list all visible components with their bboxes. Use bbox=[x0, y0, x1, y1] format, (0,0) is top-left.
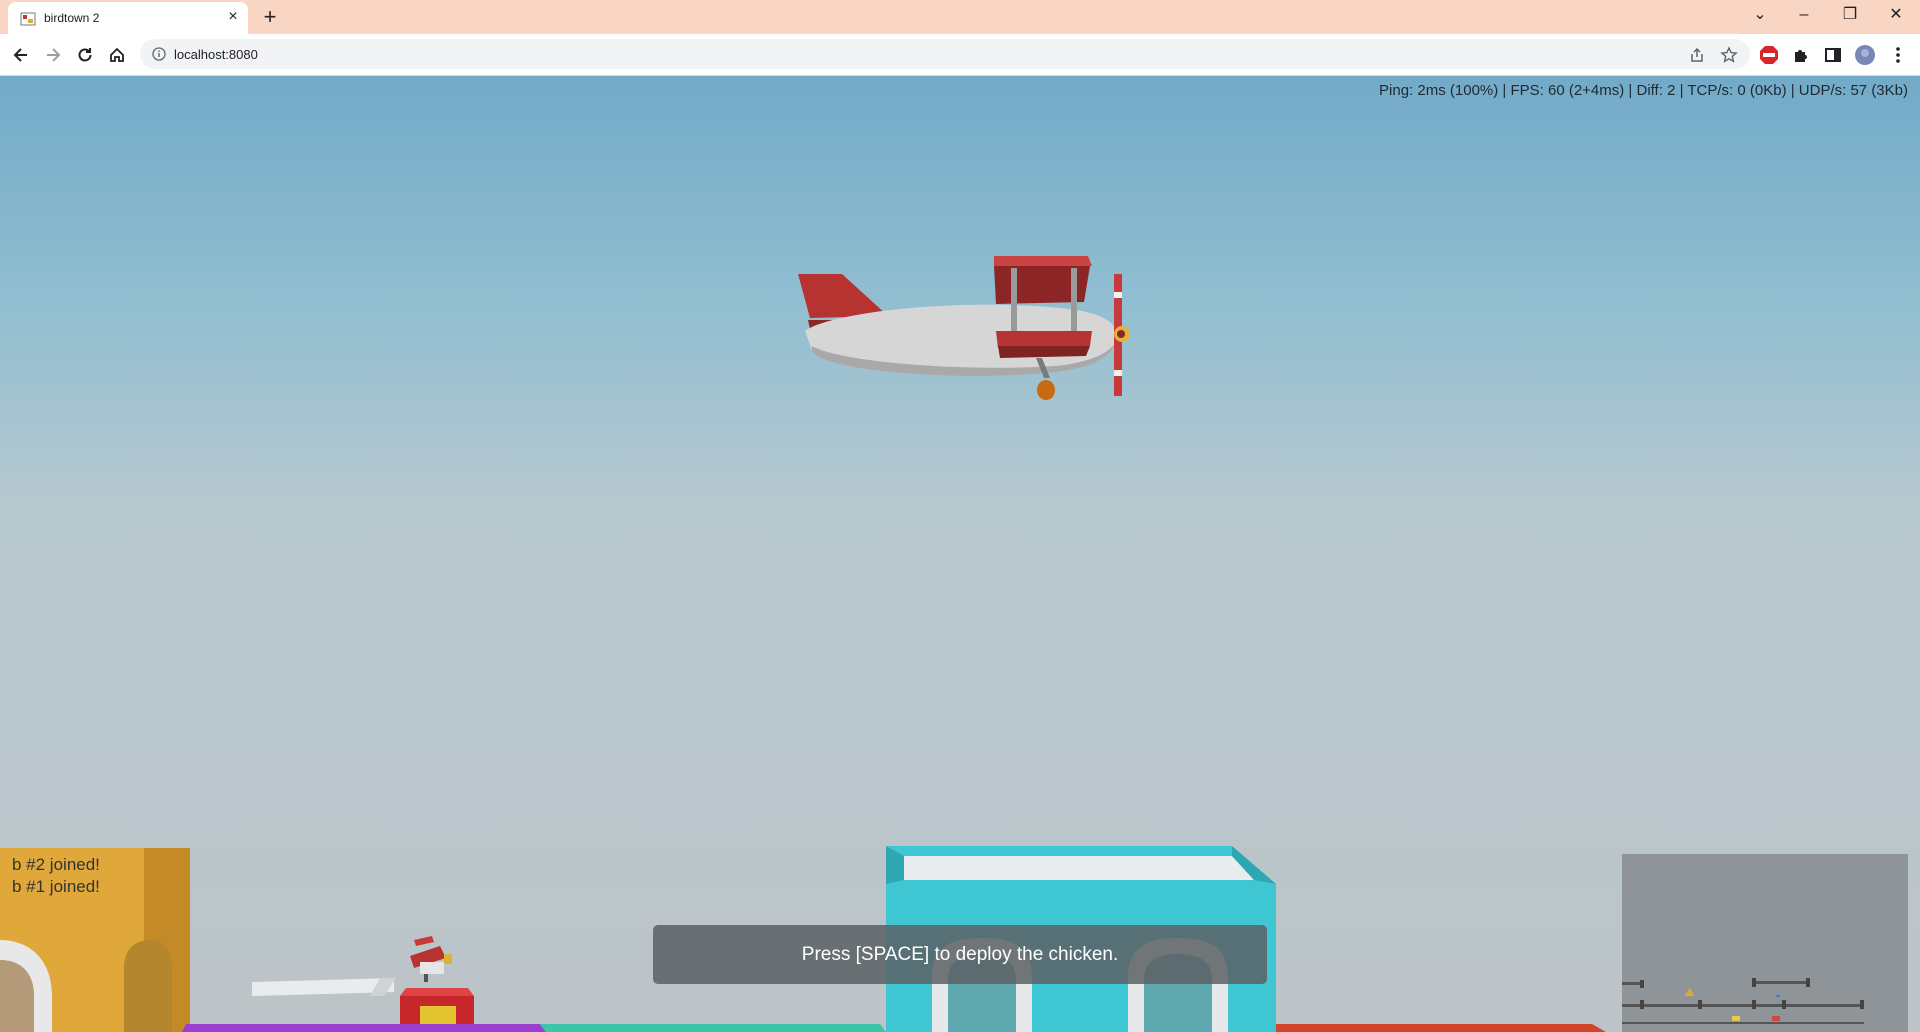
share-icon[interactable] bbox=[1688, 46, 1706, 64]
home-icon bbox=[110, 47, 124, 62]
browser-menu-button[interactable] bbox=[1888, 45, 1908, 65]
site-info-icon[interactable] bbox=[152, 47, 166, 61]
new-tab-button[interactable]: + bbox=[258, 5, 282, 29]
address-bar[interactable]: localhost:8080 bbox=[140, 39, 1750, 69]
side-panel-button[interactable] bbox=[1823, 45, 1843, 65]
network-stats: Ping: 2ms (100%) | FPS: 60 (2+4ms) | Dif… bbox=[1379, 82, 1908, 99]
back-button[interactable] bbox=[8, 42, 34, 68]
tab-search-dropdown-icon[interactable]: ⌄ bbox=[1740, 2, 1780, 28]
adblock-icon[interactable] bbox=[1759, 45, 1779, 65]
chat-message: b #2 joined! bbox=[12, 855, 100, 874]
adblock-stop-icon bbox=[1760, 46, 1778, 64]
close-window-button[interactable]: ✕ bbox=[1876, 2, 1916, 28]
tab-title: birdtown 2 bbox=[44, 11, 100, 25]
forward-button[interactable] bbox=[40, 42, 66, 68]
sidebar-icon bbox=[1825, 48, 1841, 62]
url-text[interactable]: localhost:8080 bbox=[174, 47, 258, 62]
chicken-sprite bbox=[410, 936, 452, 982]
favicon-icon bbox=[20, 12, 36, 26]
tab-strip: birdtown 2 × + ⌄ – ❐ ✕ bbox=[0, 0, 1920, 34]
browser-tab[interactable]: birdtown 2 × bbox=[8, 2, 248, 34]
game-canvas[interactable]: Ping: 2ms (100%) | FPS: 60 (2+4ms) | Dif… bbox=[0, 76, 1920, 1032]
reload-button[interactable] bbox=[72, 42, 98, 68]
minimap-layout bbox=[1622, 978, 1864, 1024]
reload-icon bbox=[78, 48, 92, 62]
avatar-icon bbox=[1855, 45, 1875, 65]
extensions-button[interactable] bbox=[1791, 45, 1811, 65]
deploy-prompt: Press [SPACE] to deploy the chicken. bbox=[653, 925, 1267, 984]
minimize-button[interactable]: – bbox=[1784, 2, 1824, 28]
maximize-button[interactable]: ❐ bbox=[1830, 2, 1870, 28]
back-arrow-icon bbox=[13, 48, 27, 62]
minimap bbox=[1622, 854, 1908, 1032]
kebab-menu-icon bbox=[1896, 47, 1900, 63]
forward-arrow-icon bbox=[47, 48, 61, 62]
biplane bbox=[798, 256, 1130, 400]
profile-avatar[interactable] bbox=[1855, 45, 1875, 65]
puzzle-icon bbox=[1795, 50, 1807, 62]
bookmark-star-icon[interactable] bbox=[1720, 46, 1738, 64]
chat-messages: b #2 joined! b #1 joined! bbox=[12, 854, 100, 898]
home-button[interactable] bbox=[104, 42, 130, 68]
browser-toolbar: localhost:8080 bbox=[0, 34, 1920, 76]
tab-close-icon[interactable]: × bbox=[223, 7, 243, 27]
chat-message: b #1 joined! bbox=[12, 877, 100, 896]
